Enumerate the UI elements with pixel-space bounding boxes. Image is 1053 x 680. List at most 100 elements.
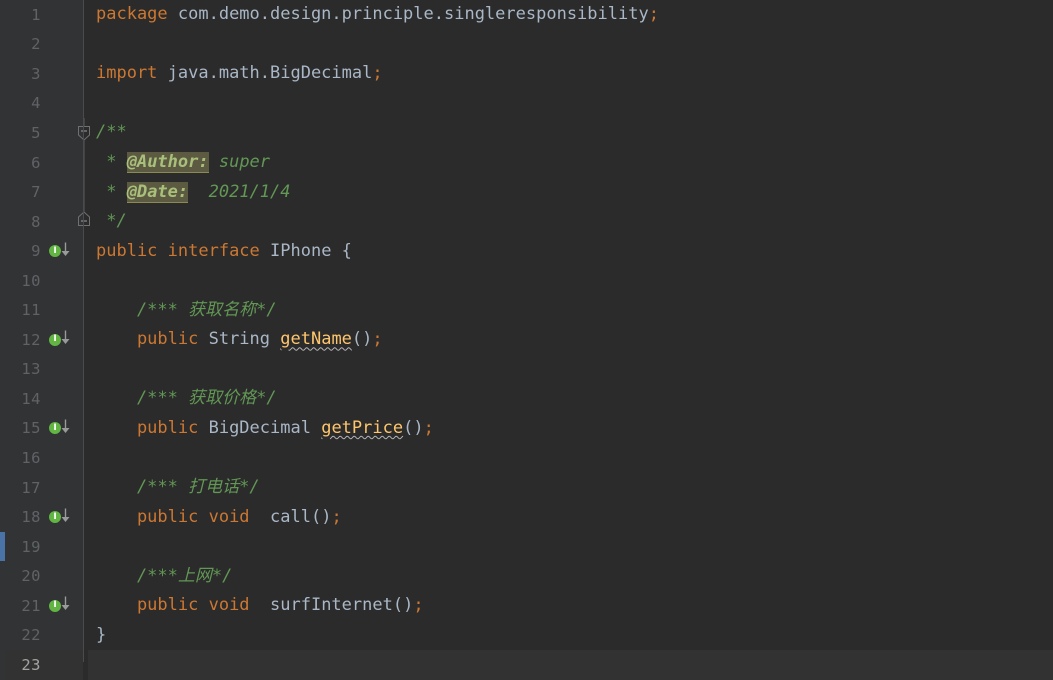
line-gutter[interactable]: 8 bbox=[5, 206, 83, 237]
code-fold-column[interactable] bbox=[83, 59, 88, 89]
code-line[interactable]: 22} bbox=[0, 620, 1053, 651]
code-fold-column[interactable] bbox=[83, 650, 88, 680]
code-fold-column[interactable] bbox=[83, 472, 88, 503]
code-text-area[interactable]: import java.math.BigDecimal; bbox=[88, 59, 1053, 89]
line-gutter[interactable]: 3 bbox=[5, 59, 83, 89]
code-fold-column[interactable] bbox=[83, 502, 88, 532]
code-text-area[interactable]: public BigDecimal getPrice(); bbox=[88, 414, 1053, 444]
code-fold-column[interactable] bbox=[83, 147, 88, 178]
code-line[interactable]: 21 I public void surfInternet(); bbox=[0, 590, 1053, 621]
code-fold-column[interactable] bbox=[83, 443, 88, 473]
code-fold-column[interactable] bbox=[83, 236, 88, 266]
code-line[interactable]: 14 /*** 获取价格*/ bbox=[0, 384, 1053, 414]
line-gutter[interactable]: 4 bbox=[5, 88, 83, 119]
line-gutter[interactable]: 10 bbox=[5, 265, 83, 296]
line-gutter[interactable]: 12 I bbox=[5, 325, 83, 355]
code-fold-column[interactable] bbox=[83, 590, 88, 621]
line-gutter[interactable]: 13 bbox=[5, 354, 83, 385]
line-gutter[interactable]: 7 bbox=[5, 177, 83, 207]
line-gutter[interactable]: 5 bbox=[5, 118, 83, 148]
code-text-area[interactable]: public String getName(); bbox=[88, 325, 1053, 355]
code-line[interactable]: 23 bbox=[0, 650, 1053, 680]
line-gutter[interactable]: 11 bbox=[5, 295, 83, 326]
code-fold-column[interactable] bbox=[83, 325, 88, 355]
code-line[interactable]: 15 I public BigDecimal getPrice(); bbox=[0, 413, 1053, 444]
code-text-area[interactable]: public void surfInternet(); bbox=[88, 591, 1053, 621]
code-fold-column[interactable] bbox=[83, 531, 88, 562]
code-text-area[interactable]: /*** 打电话*/ bbox=[88, 473, 1053, 503]
code-fold-column[interactable] bbox=[83, 295, 88, 326]
code-fold-column[interactable] bbox=[83, 29, 88, 60]
code-text-area[interactable]: } bbox=[88, 620, 1053, 650]
code-editor[interactable]: 1 package com.demo.design.principle.singl… bbox=[0, 0, 1053, 680]
implemented-interface-gutter-icon[interactable]: I bbox=[49, 596, 75, 614]
code-text-area[interactable]: /*** 获取价格*/ bbox=[88, 384, 1053, 414]
code-line[interactable]: 19 bbox=[0, 531, 1053, 562]
code-line[interactable]: 11 /*** 获取名称*/ bbox=[0, 295, 1053, 326]
code-text-area[interactable]: /*** 获取名称*/ bbox=[88, 295, 1053, 325]
implemented-interface-gutter-icon[interactable]: I bbox=[49, 508, 75, 525]
code-fold-column[interactable] bbox=[83, 413, 88, 444]
implemented-interface-gutter-icon[interactable]: I bbox=[49, 419, 75, 436]
code-line[interactable]: 2 bbox=[0, 29, 1053, 60]
line-gutter[interactable]: 18 I bbox=[5, 502, 83, 532]
code-text-area[interactable]: package com.demo.design.principle.single… bbox=[88, 0, 1053, 30]
fold-collapse-start-icon[interactable] bbox=[76, 118, 92, 149]
code-text-area[interactable] bbox=[88, 355, 1053, 385]
code-fold-column[interactable] bbox=[83, 561, 88, 591]
implemented-interface-gutter-icon[interactable]: I bbox=[49, 330, 75, 348]
code-text-area[interactable]: /***上网*/ bbox=[88, 561, 1053, 591]
code-fold-column[interactable] bbox=[83, 384, 88, 414]
code-text-area[interactable] bbox=[88, 532, 1053, 562]
code-line[interactable]: 13 bbox=[0, 354, 1053, 385]
code-line[interactable]: 6 * @Author: super bbox=[0, 147, 1053, 178]
fold-collapse-end-icon[interactable] bbox=[76, 206, 92, 237]
code-line[interactable]: 18 I public void call(); bbox=[0, 502, 1053, 532]
code-line[interactable]: 7 * @Date: 2021/1/4 bbox=[0, 177, 1053, 208]
code-fold-column[interactable] bbox=[83, 88, 88, 119]
code-fold-column[interactable] bbox=[78, 206, 90, 237]
code-line[interactable]: 12 I public String getName(); bbox=[0, 325, 1053, 355]
line-gutter[interactable]: 19 bbox=[5, 531, 83, 562]
line-gutter[interactable]: 15 I bbox=[5, 413, 83, 444]
code-text-area[interactable] bbox=[88, 443, 1053, 473]
code-text-area[interactable]: * @Date: 2021/1/4 bbox=[88, 177, 1053, 207]
code-line[interactable]: 9 Ipublic interface IPhone { bbox=[0, 236, 1053, 266]
code-text-area[interactable]: */ bbox=[88, 207, 1053, 237]
line-gutter[interactable]: 22 bbox=[5, 620, 83, 651]
code-text-area[interactable] bbox=[88, 89, 1053, 119]
line-gutter[interactable]: 20 bbox=[5, 561, 83, 591]
line-gutter[interactable]: 17 bbox=[5, 472, 83, 503]
line-gutter[interactable]: 2 bbox=[5, 29, 83, 60]
code-fold-column[interactable] bbox=[83, 265, 88, 296]
line-gutter[interactable]: 23 bbox=[5, 650, 83, 680]
code-line[interactable]: 17 /*** 打电话*/ bbox=[0, 472, 1053, 503]
code-text-area[interactable]: * @Author: super bbox=[88, 148, 1053, 178]
line-gutter[interactable]: 6 bbox=[5, 147, 83, 178]
code-line[interactable]: 4 bbox=[0, 88, 1053, 119]
code-text-area[interactable] bbox=[88, 30, 1053, 60]
code-line[interactable]: 20 /***上网*/ bbox=[0, 561, 1053, 591]
code-line[interactable]: 5 /** bbox=[0, 118, 1053, 149]
code-fold-column[interactable] bbox=[83, 177, 88, 208]
code-text-area[interactable]: public interface IPhone { bbox=[88, 236, 1053, 266]
code-text-area[interactable]: /** bbox=[88, 118, 1053, 148]
code-text-area[interactable]: public void call(); bbox=[88, 502, 1053, 532]
code-fold-column[interactable] bbox=[78, 118, 90, 149]
code-text-area[interactable] bbox=[88, 650, 1053, 680]
line-gutter[interactable]: 1 bbox=[5, 0, 83, 30]
line-gutter[interactable]: 16 bbox=[5, 443, 83, 473]
code-fold-column[interactable] bbox=[83, 0, 88, 30]
code-line[interactable]: 10 bbox=[0, 265, 1053, 296]
code-line[interactable]: 16 bbox=[0, 443, 1053, 473]
code-line[interactable]: 3 import java.math.BigDecimal; bbox=[0, 59, 1053, 89]
line-gutter[interactable]: 14 bbox=[5, 384, 83, 414]
code-fold-column[interactable] bbox=[83, 620, 88, 651]
code-fold-column[interactable] bbox=[83, 354, 88, 385]
implemented-interface-gutter-icon[interactable]: I bbox=[49, 242, 75, 259]
code-text-area[interactable] bbox=[88, 266, 1053, 296]
code-line[interactable]: 1 package com.demo.design.principle.singl… bbox=[0, 0, 1053, 30]
code-line[interactable]: 8 */ bbox=[0, 206, 1053, 237]
line-gutter[interactable]: 21 I bbox=[5, 590, 83, 621]
line-gutter[interactable]: 9I bbox=[5, 236, 83, 266]
